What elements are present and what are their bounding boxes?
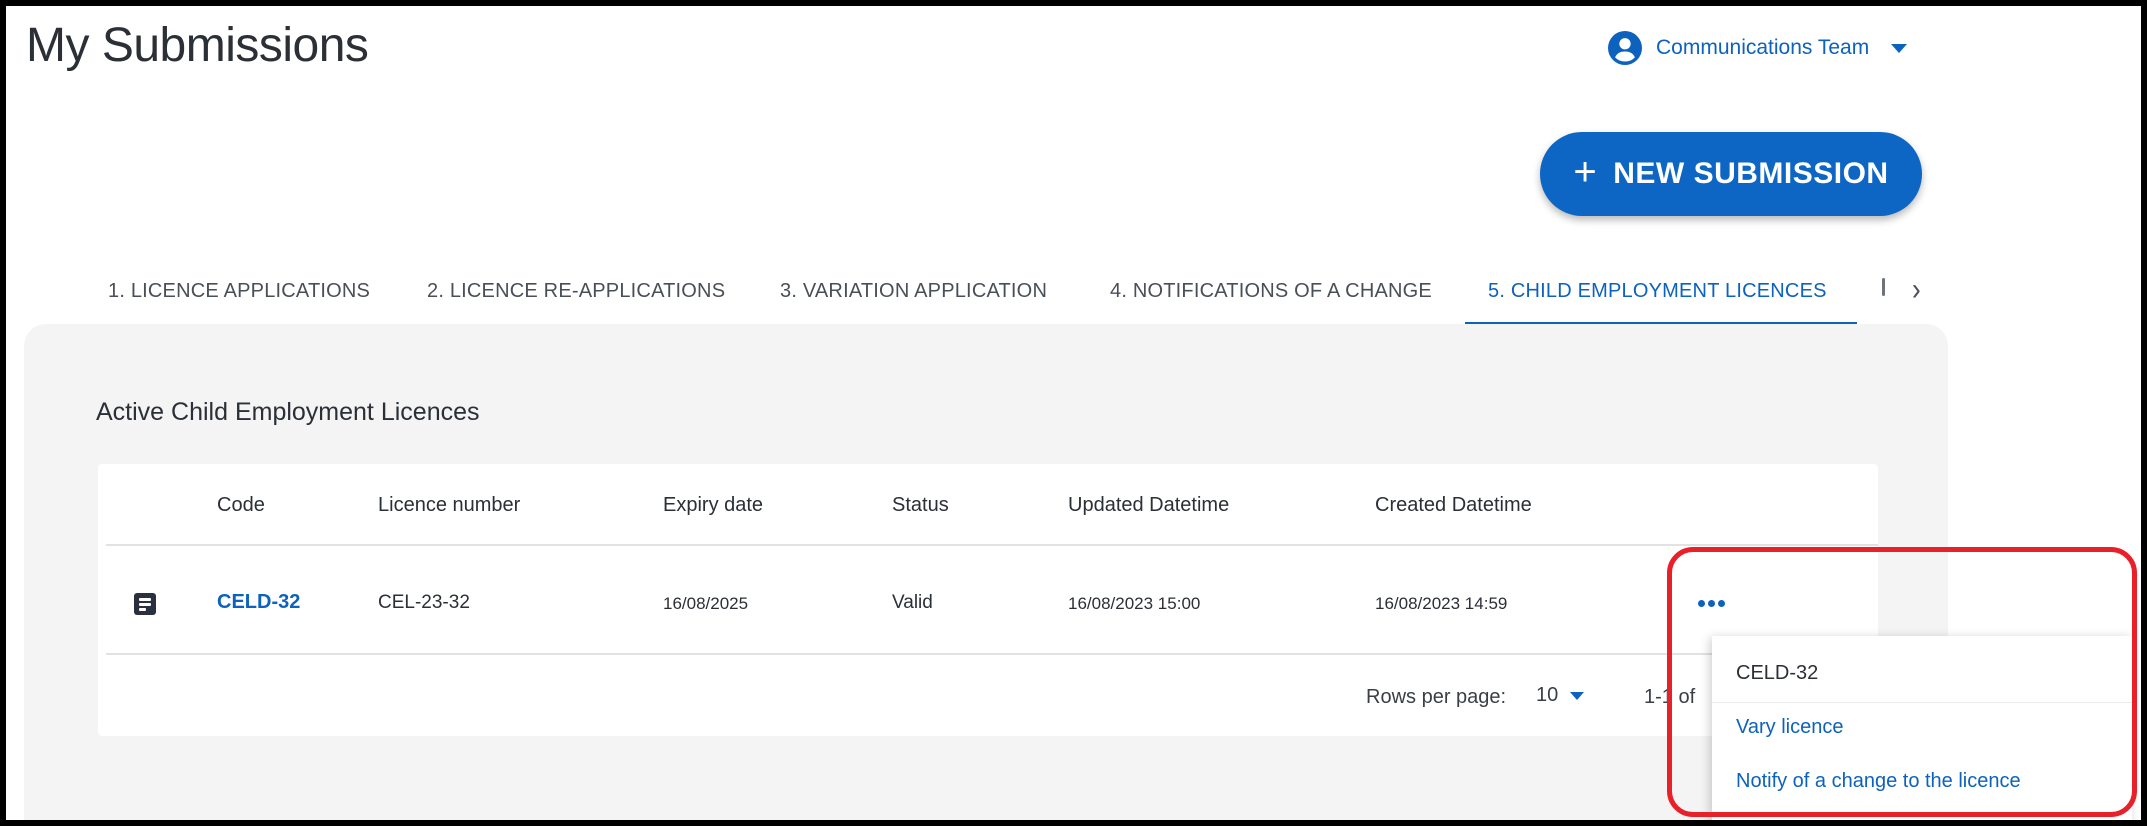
column-header-status[interactable]: Status bbox=[892, 494, 949, 517]
menu-header: CELD-32 bbox=[1736, 662, 1819, 684]
column-header-updated-datetime[interactable]: Updated Datetime bbox=[1068, 494, 1229, 517]
column-header-licence-number[interactable]: Licence number bbox=[378, 494, 520, 517]
plus-icon: + bbox=[1573, 150, 1598, 194]
row-actions-menu: CELD-32 Vary licence Notify of a change … bbox=[1712, 636, 2132, 820]
document-icon[interactable] bbox=[134, 593, 156, 615]
chevron-right-icon[interactable]: › bbox=[1912, 271, 1921, 308]
tab-child-employment-licences[interactable]: 5. CHILD EMPLOYMENT LICENCES bbox=[1488, 256, 1827, 326]
tab-notifications-of-a-change[interactable]: 4. NOTIFICATIONS OF A CHANGE bbox=[1110, 256, 1432, 326]
column-header-code[interactable]: Code bbox=[217, 494, 265, 517]
page-frame: My Submissions Communications Team + NEW… bbox=[6, 6, 2141, 820]
tab-licence-re-applications[interactable]: 2. LICENCE RE-APPLICATIONS bbox=[427, 256, 725, 326]
status: Valid bbox=[892, 592, 933, 613]
updated-datetime: 16/08/2023 15:00 bbox=[1068, 594, 1201, 613]
caret-down-icon bbox=[1891, 43, 1908, 53]
column-header-created-datetime[interactable]: Created Datetime bbox=[1375, 494, 1532, 517]
column-header-expiry-date[interactable]: Expiry date bbox=[663, 494, 763, 517]
account-circle-icon bbox=[1608, 31, 1642, 65]
expiry-date: 16/08/2025 bbox=[663, 594, 749, 613]
licences-table bbox=[98, 464, 1878, 736]
tab-variation-application[interactable]: 3. VARIATION APPLICATION bbox=[780, 256, 1047, 326]
divider bbox=[106, 544, 1878, 546]
rows-per-page-label: Rows per page: bbox=[1366, 686, 1507, 708]
menu-item-vary-licence[interactable]: Vary licence bbox=[1736, 716, 1843, 739]
created-datetime: 16/08/2023 14:59 bbox=[1375, 594, 1508, 613]
rows-per-page-value: 10 bbox=[1536, 684, 1559, 706]
menu-item-notify-change[interactable]: Notify of a change to the licence bbox=[1736, 770, 2021, 793]
account-name: Communications Team bbox=[1656, 36, 1870, 59]
menu-divider bbox=[1712, 702, 2132, 703]
tab-partial-hidden[interactable] bbox=[1882, 278, 1885, 296]
pagination-range: 1-1 of bbox=[1644, 686, 1696, 708]
section-title: Active Child Employment Licences bbox=[96, 398, 480, 426]
tab-licence-applications[interactable]: 1. LICENCE APPLICATIONS bbox=[108, 256, 370, 326]
page-title: My Submissions bbox=[26, 19, 369, 72]
licence-number: CEL-23-32 bbox=[378, 592, 470, 613]
rows-per-page-select[interactable]: 10 bbox=[1536, 684, 1585, 707]
more-actions-icon[interactable] bbox=[1698, 600, 1725, 607]
new-submission-button[interactable]: + NEW SUBMISSION bbox=[1540, 132, 1922, 216]
account-menu[interactable]: Communications Team bbox=[1608, 28, 1908, 68]
licence-code-link[interactable]: CELD-32 bbox=[217, 591, 300, 614]
submission-tabs: 1. LICENCE APPLICATIONS 2. LICENCE RE-AP… bbox=[6, 256, 1956, 330]
caret-down-icon bbox=[1570, 691, 1585, 700]
new-submission-label: NEW SUBMISSION bbox=[1613, 157, 1889, 190]
divider bbox=[106, 653, 1878, 655]
